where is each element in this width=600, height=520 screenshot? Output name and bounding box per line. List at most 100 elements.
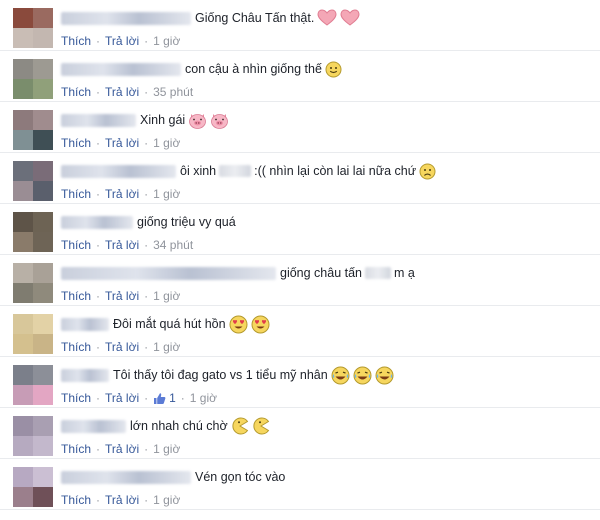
heart-icon <box>340 9 360 27</box>
comment-actions: Thích · Trả lời · 1 giờ <box>61 287 596 305</box>
comment-timestamp[interactable]: 34 phút <box>153 238 193 252</box>
comment-item: giống triệu vy quá Thích · Trả lời · 34 phút <box>0 204 600 255</box>
avatar[interactable] <box>13 263 53 303</box>
comment-text-line: Tôi thấy tôi đag gato vs 1 tiểu mỹ nhân <box>61 366 596 384</box>
commenter-name-blurred[interactable] <box>61 11 191 25</box>
separator-dot: · <box>96 136 101 150</box>
separator-dot: · <box>144 136 149 150</box>
like-link[interactable]: Thích <box>61 442 91 456</box>
comment-text-line: giống châu tấn m ạ <box>61 264 596 282</box>
reply-link[interactable]: Trả lời <box>105 289 139 303</box>
comment-timestamp[interactable]: 35 phút <box>153 85 193 99</box>
separator-dot: · <box>144 85 149 99</box>
like-link[interactable]: Thích <box>61 238 91 252</box>
commenter-name-blurred[interactable] <box>61 266 276 280</box>
comment-actions: Thích · Trả lời · 1 giờ <box>61 338 596 356</box>
comment-timestamp[interactable]: 1 giờ <box>153 136 180 150</box>
avatar[interactable] <box>13 110 53 150</box>
avatar[interactable] <box>13 59 53 99</box>
laughing-tears-icon <box>331 366 350 385</box>
comment-text-line: con cậu à nhìn giống thế <box>61 60 596 78</box>
commenter-name-blurred[interactable] <box>61 368 109 382</box>
reply-link[interactable]: Trả lời <box>105 85 139 99</box>
comment-timestamp[interactable]: 1 giờ <box>153 493 180 507</box>
separator-dot: · <box>96 289 101 303</box>
separator-dot: · <box>144 493 149 507</box>
comment-timestamp[interactable]: 1 giờ <box>153 340 180 354</box>
reply-link[interactable]: Trả lời <box>105 187 139 201</box>
commenter-name-blurred[interactable] <box>61 113 136 127</box>
comment-text-continued: :(( nhìn lại còn lai lai nữa chứ <box>254 164 417 178</box>
comment-text: giống triệu vy quá <box>137 215 236 229</box>
avatar[interactable] <box>13 212 53 252</box>
reply-link[interactable]: Trả lời <box>105 238 139 252</box>
like-link[interactable]: Thích <box>61 391 91 405</box>
commenter-name-blurred[interactable] <box>61 164 176 178</box>
comment-text-line: ôi xinh:(( nhìn lại còn lai lai nữa chứ <box>61 162 596 180</box>
like-count[interactable]: 1 <box>153 391 176 405</box>
avatar[interactable] <box>13 467 53 507</box>
avatar[interactable] <box>13 8 53 48</box>
like-link[interactable]: Thích <box>61 136 91 150</box>
redacted-text-blurred <box>219 165 252 177</box>
reply-link[interactable]: Trả lời <box>105 136 139 150</box>
like-link[interactable]: Thích <box>61 493 91 507</box>
comment-text: Xinh gái <box>140 113 186 127</box>
redacted-text-blurred <box>365 267 392 279</box>
comment-item: lớn nhah chú chờ Thích · Trả lời · 1 giờ <box>0 408 600 459</box>
commenter-name-blurred[interactable] <box>61 419 126 433</box>
avatar[interactable] <box>13 314 53 354</box>
comment-timestamp[interactable]: 1 giờ <box>153 187 180 201</box>
comment-timestamp[interactable]: 1 giờ <box>190 391 217 405</box>
like-count-number: 1 <box>169 391 176 405</box>
avatar[interactable] <box>13 161 53 201</box>
comment-timestamp[interactable]: 1 giờ <box>153 442 180 456</box>
pig-face-icon <box>210 112 229 129</box>
comment-actions: Thích · Trả lời · 1 · 1 giờ <box>61 389 596 407</box>
comment-item: Xinh gái Thích · Trả lời · 1 giờ <box>0 102 600 153</box>
separator-dot: · <box>96 34 101 48</box>
thumbs-up-icon <box>153 392 166 405</box>
comment-timestamp[interactable]: 1 giờ <box>153 34 180 48</box>
commenter-name-blurred[interactable] <box>61 317 109 331</box>
comment-item: Đôi mắt quá hút hồn Thích · Trả lời · 1 giờ <box>0 306 600 357</box>
comment-text: Đôi mắt quá hút hồn <box>113 317 226 331</box>
comment-actions: Thích · Trả lời · 35 phút <box>61 83 596 101</box>
slight-smile-icon <box>325 61 342 78</box>
comment-list: Giống Châu Tấn thật. Thích · Trả lời · 1 giờ c… <box>0 0 600 520</box>
like-link[interactable]: Thích <box>61 34 91 48</box>
reply-link[interactable]: Trả lời <box>105 391 139 405</box>
comment-timestamp[interactable]: 1 giờ <box>153 289 180 303</box>
like-link[interactable]: Thích <box>61 340 91 354</box>
commenter-name-blurred[interactable] <box>61 470 191 484</box>
reply-link[interactable]: Trả lời <box>105 34 139 48</box>
like-link[interactable]: Thích <box>61 187 91 201</box>
commenter-name-blurred[interactable] <box>61 215 133 229</box>
separator-dot: · <box>144 289 149 303</box>
comment-text: Giống Châu Tấn thật. <box>195 11 315 25</box>
comment-text-line: Đôi mắt quá hút hồn <box>61 315 596 333</box>
reply-link[interactable]: Trả lời <box>105 340 139 354</box>
commenter-name-blurred[interactable] <box>61 62 181 76</box>
separator-dot: · <box>96 493 101 507</box>
pig-face-icon <box>188 112 207 129</box>
avatar[interactable] <box>13 416 53 456</box>
comment-text: con cậu à nhìn giống thế <box>185 62 322 76</box>
comment-item: ôi xinh:(( nhìn lại còn lai lai nữa chứ T… <box>0 153 600 204</box>
comment-text: lớn nhah chú chờ <box>130 419 228 433</box>
frown-icon <box>419 163 436 180</box>
separator-dot: · <box>96 187 101 201</box>
comment-actions: Thích · Trả lời · 1 giờ <box>61 440 596 458</box>
heart-eyes-icon <box>251 315 270 334</box>
like-link[interactable]: Thích <box>61 289 91 303</box>
separator-dot: · <box>144 34 149 48</box>
comment-text: Tôi thấy tôi đag gato vs 1 tiểu mỹ nhân <box>113 368 328 382</box>
reply-link[interactable]: Trả lời <box>105 493 139 507</box>
laughing-tears-icon <box>353 366 372 385</box>
reply-link[interactable]: Trả lời <box>105 442 139 456</box>
comment-actions: Thích · Trả lời · 1 giờ <box>61 32 596 50</box>
like-link[interactable]: Thích <box>61 85 91 99</box>
comment-text-line: giống triệu vy quá <box>61 213 596 231</box>
avatar[interactable] <box>13 365 53 405</box>
comment-text: Vén gọn tóc vào <box>195 470 286 484</box>
